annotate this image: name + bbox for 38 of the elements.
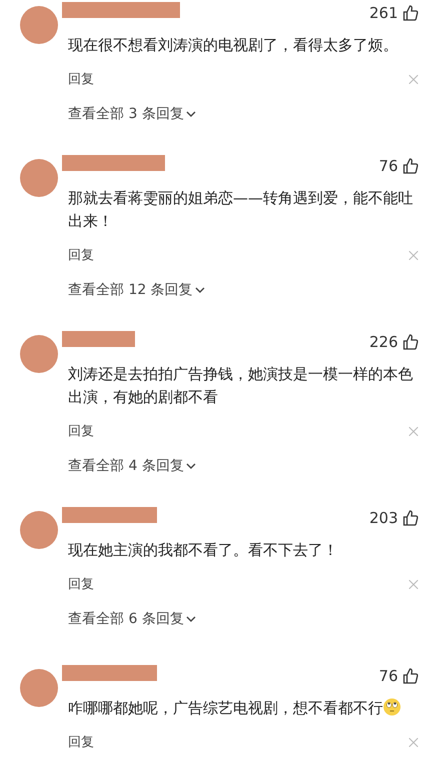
view-all-replies-link[interactable]: 查看全部 6 条回复 — [68, 610, 196, 628]
like-count: 76 — [378, 667, 398, 685]
thumbs-up-icon[interactable] — [403, 510, 418, 526]
comment-text: 刘涛还是去拍拍广告挣钱，她演技是一模一样的本色出演，有她的剧都不看 — [68, 364, 414, 408]
like-count: 203 — [369, 509, 398, 527]
reply-link[interactable]: 回复 — [68, 70, 94, 88]
chevron-down-icon — [186, 463, 196, 469]
avatar[interactable] — [20, 511, 58, 549]
reply-link[interactable]: 回复 — [68, 246, 94, 264]
thumbs-up-icon[interactable] — [403, 158, 418, 174]
reply-link[interactable]: 回复 — [68, 422, 94, 440]
avatar[interactable] — [20, 159, 58, 197]
comment-text: 现在很不想看刘涛演的电视剧了，看得太多了烦。 — [68, 35, 399, 56]
chevron-down-icon — [186, 616, 196, 622]
like-count: 226 — [369, 333, 398, 351]
reply-link[interactable]: 回复 — [68, 733, 94, 751]
thumbs-up-icon[interactable] — [403, 668, 418, 684]
comment-text: 那就去看蒋雯丽的姐弟恋——转角遇到爱，能不能吐出来！ — [68, 188, 414, 232]
avatar[interactable] — [20, 669, 58, 707]
close-icon[interactable] — [409, 74, 418, 84]
close-icon[interactable] — [409, 426, 418, 436]
view-all-replies-link[interactable]: 查看全部 12 条回复 — [68, 281, 205, 299]
like-count: 261 — [369, 4, 398, 22]
close-icon[interactable] — [409, 580, 418, 588]
comment-text: 咋哪哪都她呢，广告综艺电视剧，想不看都不行 — [68, 697, 418, 720]
reply-link[interactable]: 回复 — [68, 575, 94, 593]
view-all-replies-link[interactable]: 查看全部 3 条回复 — [68, 105, 196, 123]
chevron-down-icon — [186, 111, 196, 117]
thumbs-up-icon[interactable] — [403, 5, 418, 21]
avatar[interactable] — [20, 335, 58, 373]
like-count: 76 — [378, 157, 398, 175]
close-icon[interactable] — [409, 250, 418, 260]
thumbs-up-icon[interactable] — [403, 334, 418, 350]
view-all-replies-link[interactable]: 查看全部 4 条回复 — [68, 457, 196, 475]
close-icon[interactable] — [409, 738, 418, 746]
avatar[interactable] — [20, 6, 58, 44]
chevron-down-icon — [194, 287, 205, 293]
comment-text: 现在她主演的我都不看了。看不下去了！ — [68, 540, 339, 561]
